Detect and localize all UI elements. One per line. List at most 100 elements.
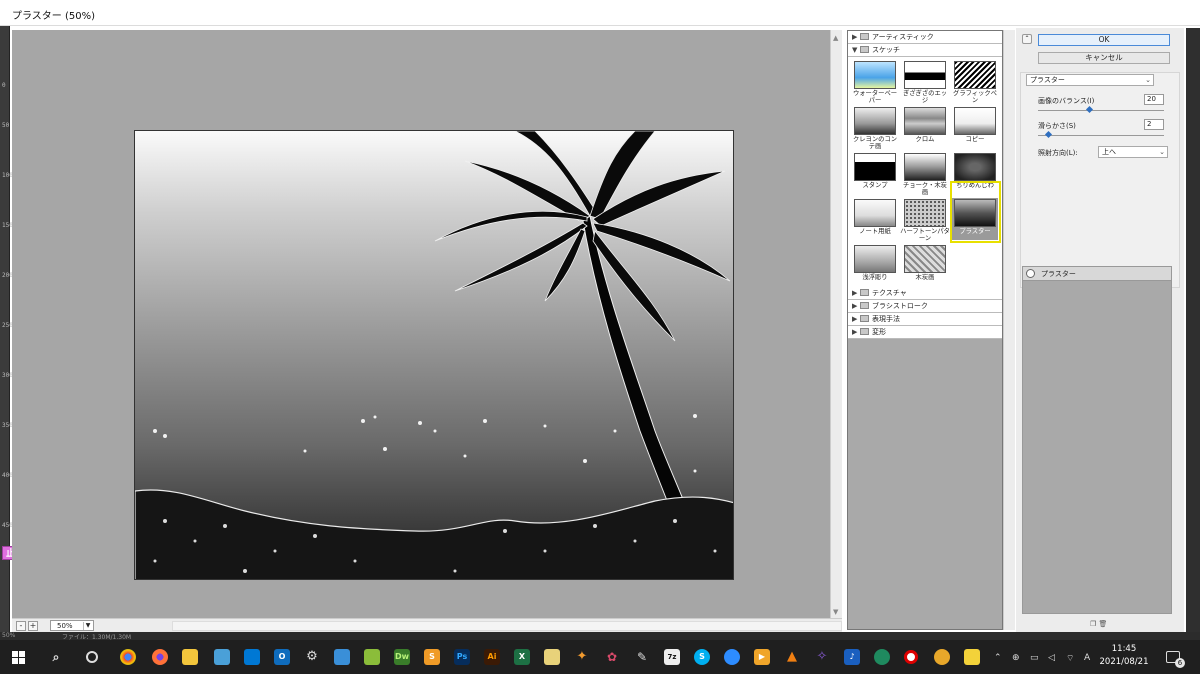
- folder-artistic[interactable]: ▶ アーティスティック: [848, 31, 1002, 44]
- excel-icon[interactable]: X: [514, 649, 530, 665]
- skype-icon[interactable]: S: [694, 649, 710, 665]
- scroll-down-icon[interactable]: ▼: [833, 608, 838, 616]
- zoom-in-button[interactable]: +: [28, 621, 38, 631]
- thumb-image: [904, 61, 946, 89]
- folder-texture[interactable]: ▶ テクスチャ: [848, 287, 1002, 300]
- butterfly-icon[interactable]: ✦: [574, 649, 590, 665]
- photoshop-icon[interactable]: Ps: [454, 649, 470, 665]
- outlook-icon[interactable]: O: [274, 649, 290, 665]
- ime-indicator[interactable]: A: [1084, 653, 1090, 663]
- sticky-notes-icon[interactable]: [964, 649, 980, 665]
- thumb-torn-edges[interactable]: ぎざぎざのエッジ: [900, 59, 950, 104]
- network-icon[interactable]: ⊕: [1012, 653, 1020, 663]
- zoom-out-button[interactable]: -: [16, 621, 26, 631]
- triangle-right-icon: ▶: [852, 289, 858, 297]
- zoom-icon[interactable]: [724, 649, 740, 665]
- photos-icon[interactable]: [244, 649, 260, 665]
- triangle-down-icon: ▼: [852, 46, 858, 54]
- vlc-icon[interactable]: ▲: [784, 649, 800, 665]
- thumb-stamp[interactable]: スタンプ: [850, 151, 900, 195]
- battery-icon[interactable]: ▭: [1030, 653, 1039, 663]
- status-zoom: 50%: [2, 632, 16, 639]
- ruler-mark: 0: [2, 82, 6, 89]
- eye-icon[interactable]: [1026, 269, 1035, 278]
- clock-date: 2021/08/21: [1099, 657, 1149, 667]
- illustrator-icon[interactable]: Ai: [484, 649, 500, 665]
- thumb-charcoal[interactable]: 木炭画: [900, 243, 950, 287]
- thumb-bas-relief[interactable]: 浅浮彫り: [850, 243, 900, 287]
- thumb-label: クロム: [915, 136, 935, 143]
- zoom-select[interactable]: 50% ▼: [50, 620, 94, 631]
- folder-sketch[interactable]: ▼ スケッチ: [848, 44, 1002, 57]
- pen-icon[interactable]: ✎: [634, 649, 650, 665]
- preview-vertical-scrollbar[interactable]: ▲ ▼: [830, 30, 842, 618]
- thumb-label: 木炭画: [915, 274, 935, 281]
- zoom-value: 50%: [57, 622, 73, 630]
- sublime-icon[interactable]: S: [424, 649, 440, 665]
- windows-start-icon[interactable]: [12, 651, 25, 664]
- preview-image[interactable]: [134, 130, 734, 580]
- dreamweaver-icon[interactable]: Dw: [394, 649, 410, 665]
- thumb-image: [954, 153, 996, 181]
- folder-icon: [860, 315, 869, 322]
- effect-layers-panel: プラスター: [1022, 266, 1172, 614]
- trash-icon[interactable]: 🗑︎: [1099, 620, 1108, 628]
- filter-gallery[interactable]: ▶ アーティスティック ▼ スケッチ ウォーターペーパー ぎざぎざのエッジ グラフィ…: [847, 30, 1003, 630]
- thumb-label: コピー: [965, 136, 985, 143]
- chevron-up-icon[interactable]: ⌃: [994, 653, 1002, 663]
- smooth-slider[interactable]: [1038, 135, 1164, 136]
- firefox-icon[interactable]: [152, 649, 168, 665]
- triangle-right-icon: ▶: [852, 33, 858, 41]
- thumb-halftone-pattern[interactable]: ハーフトーンパターン: [900, 197, 950, 242]
- thumb-image: [954, 107, 996, 135]
- maps-icon[interactable]: [364, 649, 380, 665]
- file-explorer-icon[interactable]: [182, 649, 198, 665]
- volume-icon[interactable]: ◁: [1048, 653, 1055, 663]
- thumb-watercolor-paper[interactable]: ウォーターペーパー: [850, 59, 900, 104]
- edge-icon[interactable]: [214, 649, 230, 665]
- ok-button[interactable]: OK: [1038, 34, 1170, 46]
- collapse-gallery-icon[interactable]: ⌃: [1022, 34, 1032, 44]
- folder-label: スケッチ: [872, 46, 900, 54]
- direction-select[interactable]: 上へ ⌄: [1098, 146, 1168, 158]
- news-icon[interactable]: [334, 649, 350, 665]
- new-layer-icon[interactable]: ❐: [1090, 620, 1096, 628]
- chrome-icon[interactable]: [120, 649, 136, 665]
- filter-select[interactable]: プラスター ⌄: [1026, 74, 1154, 86]
- preview-pane[interactable]: [12, 30, 830, 618]
- thumb-photocopy[interactable]: コピー: [950, 105, 1000, 149]
- folder-stylize[interactable]: ▶ 表現手法: [848, 313, 1002, 326]
- thumb-note-paper[interactable]: ノート用紙: [850, 197, 900, 241]
- thumb-label: チョーク・木炭画: [903, 182, 947, 196]
- thumb-chrome[interactable]: クロム: [900, 105, 950, 149]
- paint-icon[interactable]: ✿: [604, 649, 620, 665]
- thumb-conte-crayon[interactable]: クレヨンのコンテ画: [850, 105, 900, 150]
- globe-icon[interactable]: [874, 649, 890, 665]
- notepad-icon[interactable]: [544, 649, 560, 665]
- thumb-label: ハーフトーンパターン: [900, 228, 950, 242]
- balance-slider[interactable]: [1038, 110, 1164, 111]
- balance-input[interactable]: 20: [1144, 94, 1164, 105]
- folder-brush-strokes[interactable]: ▶ ブラシストローク: [848, 300, 1002, 313]
- music-icon[interactable]: ♪: [844, 649, 860, 665]
- media-player-icon[interactable]: ▶: [754, 649, 770, 665]
- scroll-up-icon[interactable]: ▲: [833, 34, 838, 42]
- wifi-icon[interactable]: ⌔: [1066, 653, 1074, 664]
- cortana-icon[interactable]: [86, 651, 98, 663]
- thumb-charcoal-chalk[interactable]: チョーク・木炭画: [900, 151, 950, 196]
- gear-icon[interactable]: ⚙: [304, 649, 320, 665]
- cancel-button[interactable]: キャンセル: [1038, 52, 1170, 64]
- smooth-input[interactable]: 2: [1144, 119, 1164, 130]
- preview-horizontal-scrollbar[interactable]: [172, 621, 842, 631]
- effect-layer-row[interactable]: プラスター: [1023, 267, 1171, 281]
- face-icon[interactable]: [934, 649, 950, 665]
- folder-distort[interactable]: ▶ 変形: [848, 326, 1002, 339]
- record-icon[interactable]: [904, 650, 918, 664]
- folder-icon: [860, 46, 869, 53]
- gallery-scrollbar[interactable]: [1003, 30, 1015, 630]
- app-icon[interactable]: ✧: [814, 649, 830, 665]
- thumb-graphic-pen[interactable]: グラフィックペン: [950, 59, 1000, 104]
- clock[interactable]: 11:45 2021/08/21: [1094, 643, 1154, 669]
- search-icon[interactable]: ⌕: [48, 649, 64, 665]
- 7zip-icon[interactable]: 7z: [664, 649, 680, 665]
